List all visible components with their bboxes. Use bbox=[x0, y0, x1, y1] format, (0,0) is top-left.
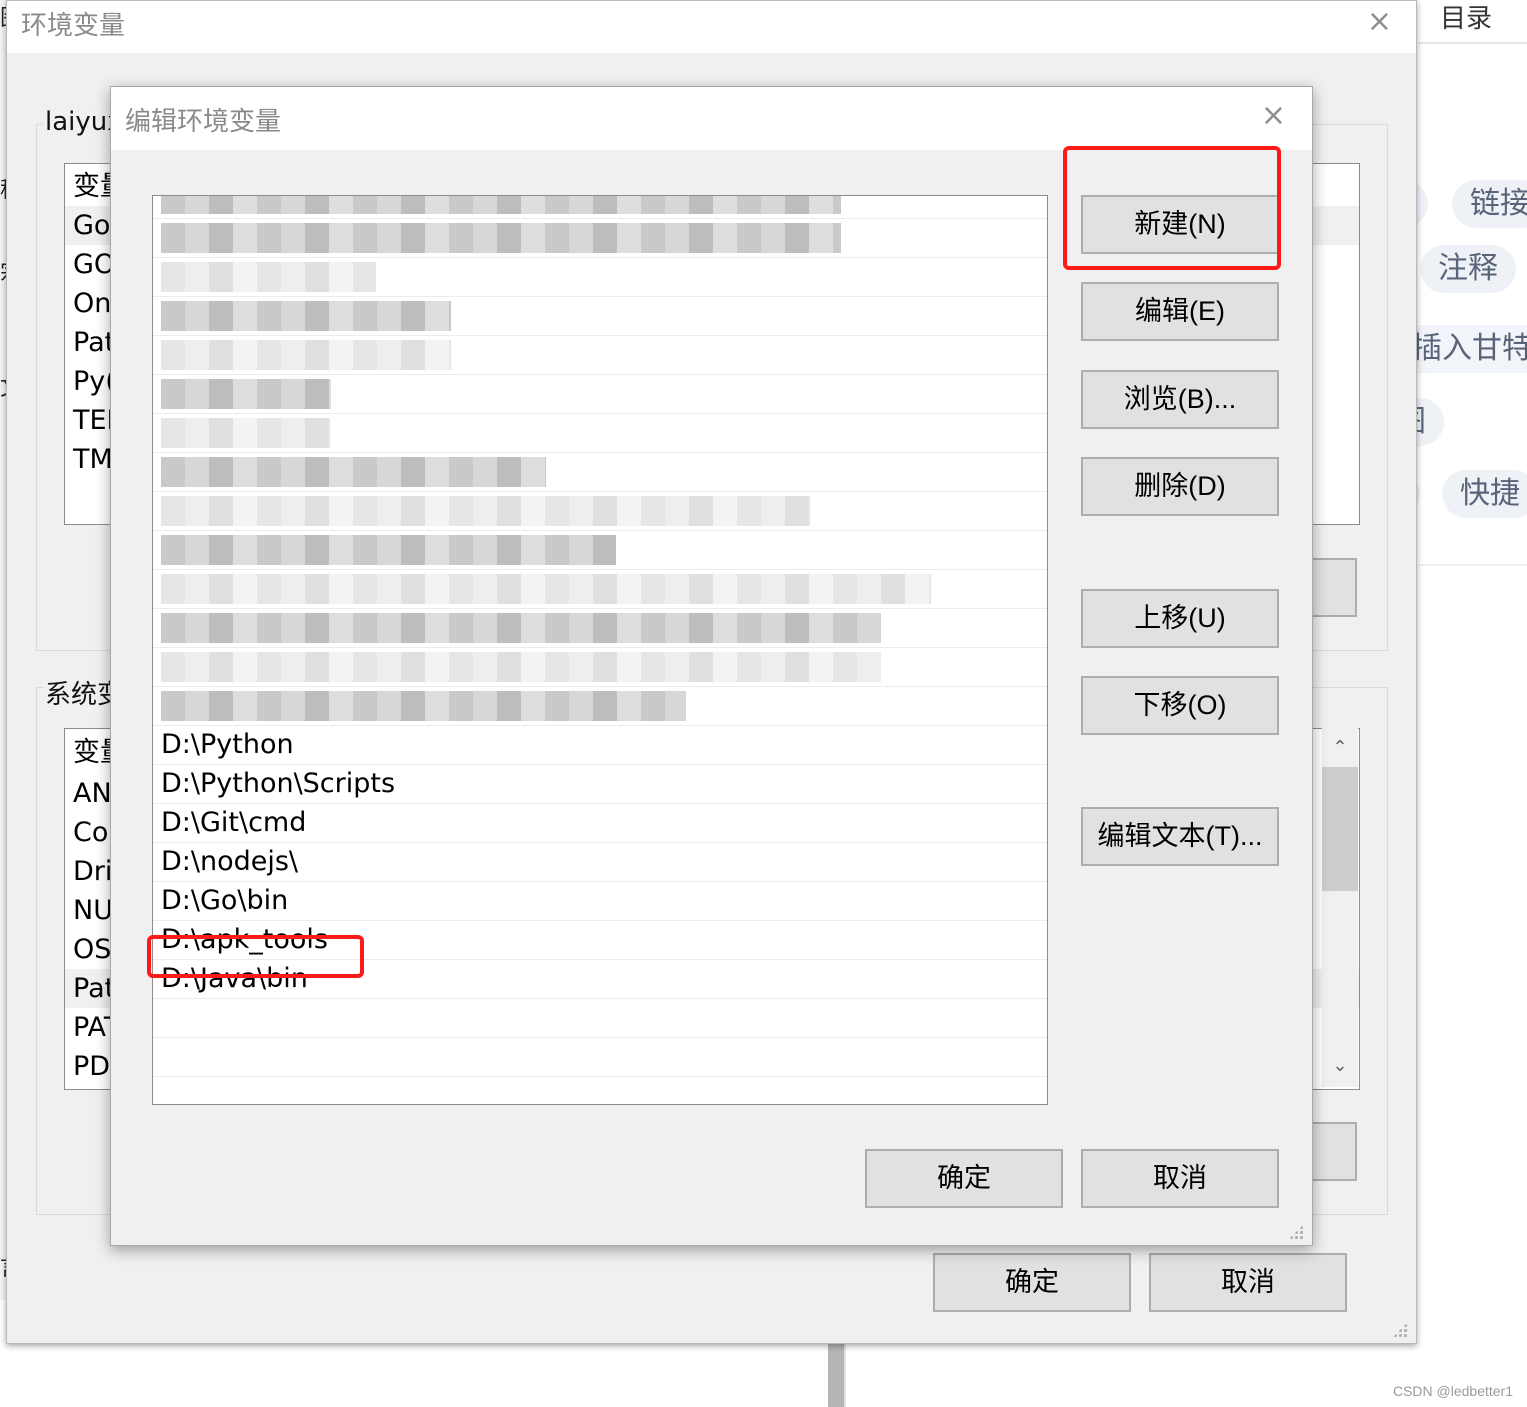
path-entry[interactable] bbox=[153, 375, 1047, 414]
path-entries-list[interactable]: D:\Python D:\Python\Scripts D:\Git\cmd D:\n… bbox=[152, 195, 1048, 1105]
path-entry[interactable] bbox=[153, 453, 1047, 492]
redacted-path-blur bbox=[161, 223, 841, 253]
edit-button[interactable]: 编辑(E) bbox=[1081, 282, 1279, 341]
redacted-path-blur bbox=[161, 496, 811, 526]
dialog-titlebar[interactable]: 环境变量 × bbox=[7, 1, 1416, 53]
background-scroll-handle[interactable] bbox=[828, 1344, 846, 1407]
path-entry[interactable]: D:\Java\bin bbox=[153, 960, 1047, 999]
resize-grip-icon[interactable] bbox=[1393, 1323, 1407, 1337]
path-entry-text: D:\Python\Scripts bbox=[161, 768, 396, 799]
path-entry[interactable] bbox=[153, 648, 1047, 687]
new-button[interactable]: 新建(N) bbox=[1081, 195, 1279, 254]
redacted-path-blur bbox=[161, 340, 451, 370]
path-entry[interactable] bbox=[153, 196, 1047, 219]
scrollbar-thumb[interactable] bbox=[1322, 767, 1358, 891]
toolbar-chip-link[interactable]: 链接 bbox=[1452, 180, 1527, 228]
redacted-path-blur bbox=[161, 196, 841, 214]
path-entry[interactable]: D:\Go\bin bbox=[153, 882, 1047, 921]
path-entry-text: D:\Go\bin bbox=[161, 885, 289, 916]
divider bbox=[1418, 564, 1527, 566]
path-entry-text: D:\Git\cmd bbox=[161, 807, 307, 838]
toolbar-chip-shortcut[interactable]: 快捷 bbox=[1442, 470, 1527, 518]
redacted-path-blur bbox=[161, 535, 616, 565]
path-entry[interactable]: D:\nodejs\ bbox=[153, 843, 1047, 882]
redacted-path-blur bbox=[161, 691, 686, 721]
background-page-right-panel: 目录 链接 注释 插入甘特 图 快捷 bbox=[1358, 0, 1527, 1407]
scroll-down-arrow-icon[interactable]: ⌄ bbox=[1322, 1055, 1358, 1076]
system-variables-scrollbar[interactable]: ⌃ ⌄ bbox=[1322, 727, 1358, 1087]
scroll-up-arrow-icon[interactable]: ⌃ bbox=[1322, 737, 1358, 758]
path-entry[interactable] bbox=[153, 219, 1047, 258]
path-entry-text: D:\apk_tools bbox=[161, 924, 328, 955]
close-icon[interactable]: × bbox=[1261, 101, 1286, 131]
redacted-path-blur bbox=[161, 457, 546, 487]
path-entry[interactable] bbox=[153, 1038, 1047, 1077]
redacted-path-blur bbox=[161, 262, 376, 292]
dialog-title: 编辑环境变量 bbox=[125, 107, 282, 137]
path-entry[interactable] bbox=[153, 297, 1047, 336]
cancel-button[interactable]: 取消 bbox=[1081, 1149, 1279, 1208]
path-entry[interactable] bbox=[153, 687, 1047, 726]
redacted-path-blur bbox=[161, 613, 881, 643]
path-entry[interactable]: D:\Python\Scripts bbox=[153, 765, 1047, 804]
delete-button[interactable]: 删除(D) bbox=[1081, 457, 1279, 516]
path-entry[interactable] bbox=[153, 492, 1047, 531]
divider bbox=[1418, 42, 1527, 44]
redacted-path-blur bbox=[161, 418, 331, 448]
move-down-button[interactable]: 下移(O) bbox=[1081, 676, 1279, 735]
browse-button[interactable]: 浏览(B)... bbox=[1081, 370, 1279, 429]
edit-environment-variable-dialog: 编辑环境变量 × D:\Python D:\Python\Scripts D:\Gi… bbox=[110, 86, 1313, 1246]
toc-title[interactable]: 目录 bbox=[1440, 0, 1492, 35]
cancel-button[interactable]: 取消 bbox=[1149, 1253, 1347, 1312]
path-entry[interactable]: D:\Git\cmd bbox=[153, 804, 1047, 843]
redacted-path-blur bbox=[161, 379, 331, 409]
path-entry[interactable] bbox=[153, 336, 1047, 375]
path-entry[interactable] bbox=[153, 570, 1047, 609]
path-entry[interactable]: D:\apk_tools bbox=[153, 921, 1047, 960]
path-entry[interactable] bbox=[153, 414, 1047, 453]
edit-text-button[interactable]: 编辑文本(T)... bbox=[1081, 807, 1279, 866]
path-entry[interactable]: D:\Python bbox=[153, 726, 1047, 765]
ok-button[interactable]: 确定 bbox=[933, 1253, 1131, 1312]
path-entry[interactable] bbox=[153, 609, 1047, 648]
resize-grip-icon[interactable] bbox=[1289, 1225, 1303, 1239]
redacted-path-blur bbox=[161, 652, 881, 682]
redacted-path-blur bbox=[161, 301, 451, 331]
dialog-titlebar[interactable]: 编辑环境变量 × bbox=[111, 87, 1312, 150]
path-entry-text: D:\nodejs\ bbox=[161, 846, 299, 877]
path-entry[interactable] bbox=[153, 531, 1047, 570]
dialog-title: 环境变量 bbox=[21, 11, 126, 41]
redacted-path-blur bbox=[161, 574, 931, 604]
path-entry-text: D:\Java\bin bbox=[161, 963, 308, 994]
path-entry[interactable] bbox=[153, 258, 1047, 297]
ok-button[interactable]: 确定 bbox=[865, 1149, 1063, 1208]
watermark: CSDN @ledbetter1 bbox=[1392, 1383, 1513, 1399]
path-entry[interactable] bbox=[153, 999, 1047, 1038]
path-entry-text: D:\Python bbox=[161, 729, 294, 760]
close-icon[interactable]: × bbox=[1367, 7, 1392, 37]
move-up-button[interactable]: 上移(U) bbox=[1081, 589, 1279, 648]
toolbar-chip-comment[interactable]: 注释 bbox=[1420, 245, 1516, 293]
